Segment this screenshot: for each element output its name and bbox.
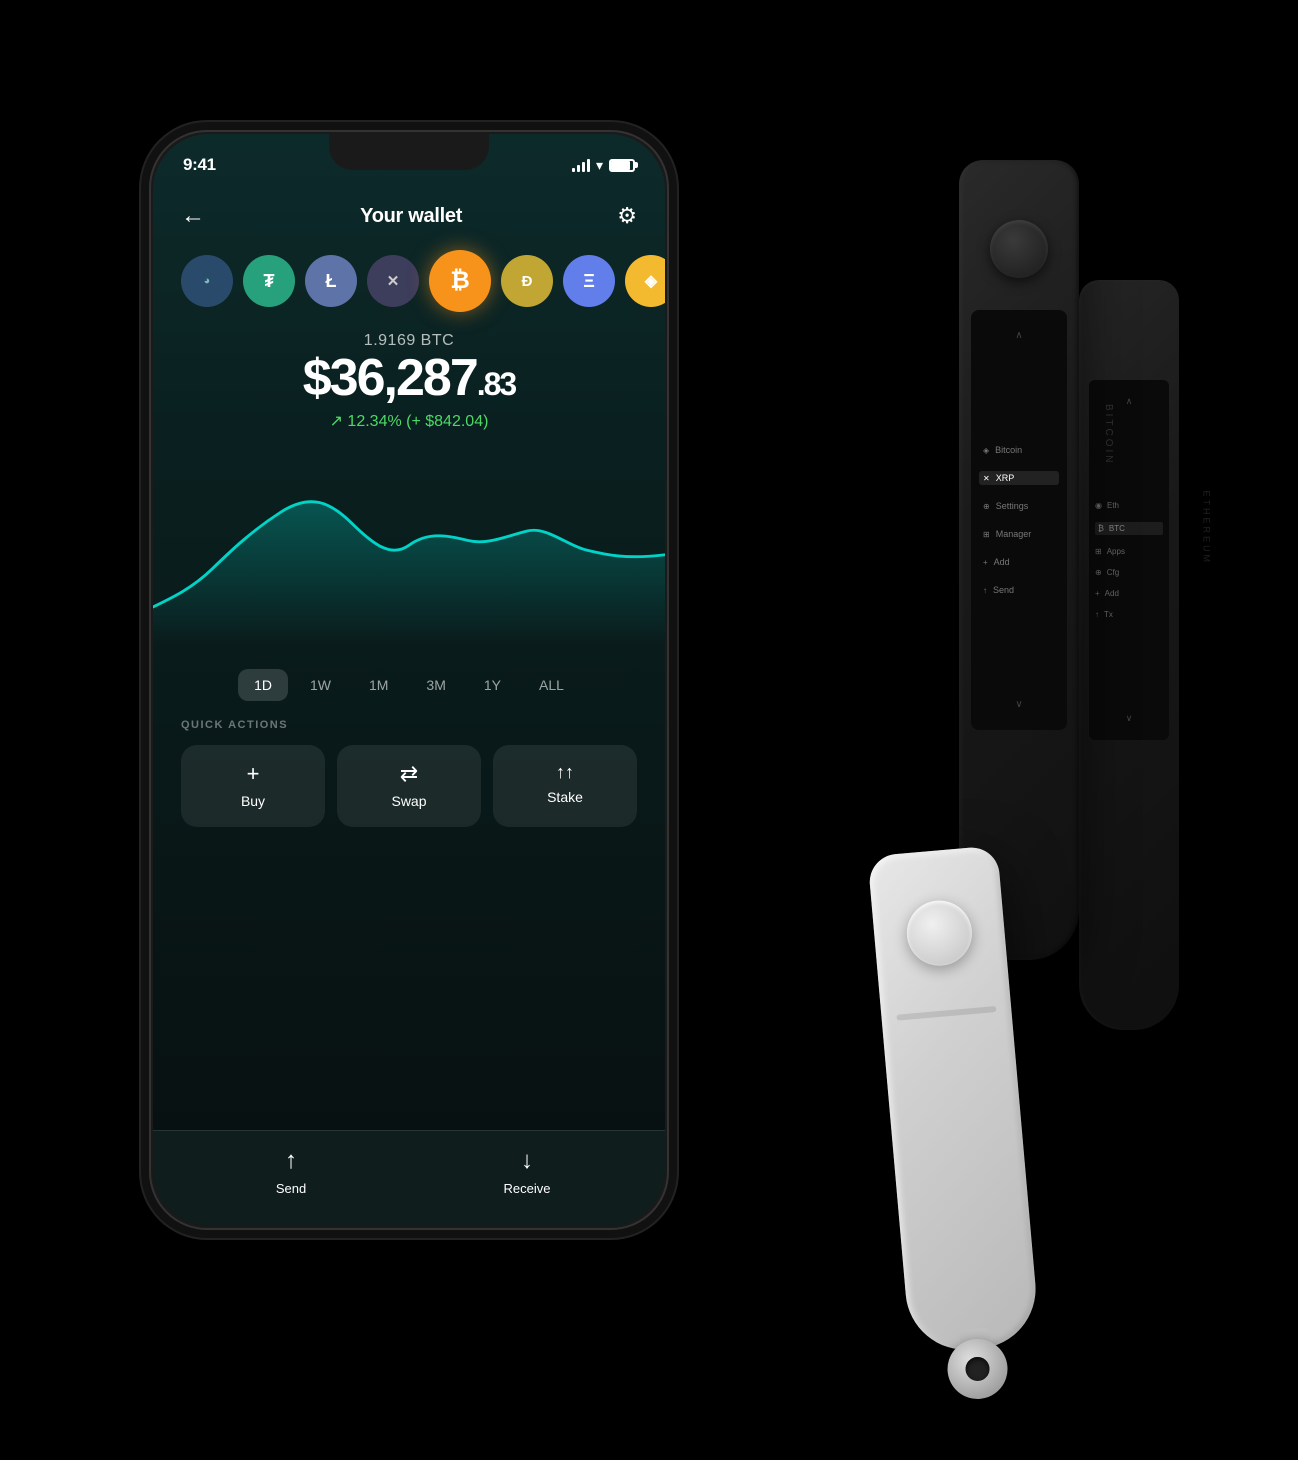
fiat-balance: $36,287.83 [181, 350, 637, 407]
time-btn-3m[interactable]: 3M [410, 669, 461, 701]
ledger-connector-inner [965, 1356, 991, 1382]
ledger-label-2: Ethereum [1202, 490, 1212, 565]
send-icon: ↑ [285, 1147, 297, 1175]
buy-button[interactable]: + Buy [181, 745, 325, 827]
ledger-label-1: Bitcoin [1104, 404, 1115, 466]
ledger-top-button[interactable] [990, 220, 1048, 278]
nav-up-icon-2: ∧ [1126, 396, 1133, 407]
menu-item-4: ⊞Manager [979, 527, 1059, 541]
volume-down-button[interactable] [149, 392, 151, 432]
fiat-whole: $36,287 [303, 349, 477, 407]
buy-label: Buy [241, 793, 265, 809]
time-btn-1d[interactable]: 1D [238, 669, 288, 701]
signal-bar-4 [587, 159, 590, 172]
signal-bar-2 [577, 165, 580, 172]
ledger-menu: ◈Bitcoin ✕XRP ⊕Settings ⊞Manager +Add [979, 443, 1059, 597]
battery-icon [609, 159, 635, 172]
app-header: ← Your wallet ⚙ [153, 186, 665, 240]
wifi-icon: ▾ [596, 157, 603, 174]
menu-item-5: +Add [979, 555, 1059, 569]
quick-actions-section: QUICK ACTIONS + Buy ⇄ Swap ↑↑ Stake [153, 719, 665, 843]
ledger-body-2: ∧ ◉Eth ₿BTC ⊞Apps ⊕Cfg +Add [1079, 280, 1179, 1030]
power-button[interactable] [667, 362, 669, 432]
time-btn-all[interactable]: ALL [523, 669, 580, 701]
nav-down-icon: ∨ [1015, 699, 1022, 710]
action-buttons: + Buy ⇄ Swap ↑↑ Stake [181, 745, 637, 827]
ledger-device-black-1: ∧ ◈Bitcoin ✕XRP ⊕Settings ⊞Manager [959, 160, 1079, 960]
page-title: Your wallet [360, 205, 462, 228]
menu2-item-1: ◉Eth [1095, 501, 1163, 510]
time-btn-1y[interactable]: 1Y [468, 669, 517, 701]
coin-dogecoin[interactable]: Ð [501, 255, 553, 307]
coin-tether[interactable]: ₮ [243, 255, 295, 307]
menu2-item-5: +Add [1095, 589, 1163, 598]
phone-notch [329, 134, 489, 170]
menu-item-6: ↑Send [979, 583, 1059, 597]
battery-fill [611, 161, 630, 170]
scene: 9:41 ▾ ← [99, 80, 1199, 1380]
chart-area [153, 502, 665, 645]
coin-bitcoin[interactable]: ₿ [429, 250, 491, 312]
ledger-screen-1: ∧ ◈Bitcoin ✕XRP ⊕Settings ⊞Manager [971, 310, 1067, 730]
time-btn-1w[interactable]: 1W [294, 669, 347, 701]
menu-item-2: ✕XRP [979, 471, 1059, 485]
swap-icon: ⇄ [400, 763, 418, 785]
coin-ripple[interactable]: ✕ [367, 255, 419, 307]
stake-button[interactable]: ↑↑ Stake [493, 745, 637, 827]
quick-actions-label: QUICK ACTIONS [181, 719, 637, 731]
ledger-connector-circle [945, 1336, 1010, 1401]
swap-button[interactable]: ⇄ Swap [337, 745, 481, 827]
send-label: Send [276, 1181, 306, 1196]
buy-icon: + [247, 763, 260, 785]
swap-label: Swap [391, 793, 426, 809]
menu2-item-2: ₿BTC [1095, 522, 1163, 535]
ledger-body-1: ∧ ◈Bitcoin ✕XRP ⊕Settings ⊞Manager [959, 160, 1079, 960]
phone-device: 9:41 ▾ ← [149, 130, 669, 1230]
receive-button[interactable]: ↓ Receive [487, 1147, 567, 1196]
ledger-white-button[interactable] [904, 898, 974, 968]
signal-bar-3 [582, 162, 585, 172]
status-time: 9:41 [183, 155, 216, 175]
ledger-white-accent [896, 1006, 996, 1021]
menu-item-3: ⊕Settings [979, 499, 1059, 513]
stake-icon: ↑↑ [556, 763, 574, 781]
time-selector: 1D 1W 1M 3M 1Y ALL [153, 655, 665, 719]
coin-ethereum[interactable]: Ξ [563, 255, 615, 307]
fiat-cents: .83 [477, 366, 515, 402]
bottom-bar: ↑ Send ↓ Receive [153, 1130, 665, 1226]
balance-section: 1.9169 BTC $36,287.83 ↗ 12.34% (+ $842.0… [153, 326, 665, 435]
volume-up-button[interactable] [149, 332, 151, 372]
signal-bar-1 [572, 168, 575, 172]
menu2-item-4: ⊕Cfg [1095, 568, 1163, 577]
phone-screen: 9:41 ▾ ← [153, 134, 665, 1226]
receive-label: Receive [504, 1181, 551, 1196]
ledger-device-black-2: ∧ ◉Eth ₿BTC ⊞Apps ⊕Cfg +Add [1079, 280, 1179, 1030]
crypto-balance: 1.9169 BTC [181, 332, 637, 350]
settings-button[interactable]: ⚙ [617, 203, 637, 229]
time-btn-1m[interactable]: 1M [353, 669, 404, 701]
coin-binance[interactable]: ◈ [625, 255, 665, 307]
price-chart [153, 435, 665, 655]
stake-label: Stake [547, 789, 583, 805]
signal-icon [572, 158, 590, 172]
status-icons: ▾ [572, 157, 635, 174]
coin-selector: ◕ ₮ Ł ✕ ₿ Ð Ξ ◈ A [153, 240, 665, 326]
ledger-screen-2: ∧ ◉Eth ₿BTC ⊞Apps ⊕Cfg +Add [1089, 380, 1169, 740]
menu-item-1: ◈Bitcoin [979, 443, 1059, 457]
coin-unknown[interactable]: ◕ [181, 255, 233, 307]
send-button[interactable]: ↑ Send [251, 1147, 331, 1196]
receive-icon: ↓ [521, 1147, 533, 1175]
screen-content: ← Your wallet ⚙ ◕ ₮ Ł ✕ ₿ Ð Ξ ◈ A [153, 186, 665, 1226]
back-button[interactable]: ← [181, 202, 205, 230]
coin-litecoin[interactable]: Ł [305, 255, 357, 307]
chart-svg [153, 455, 665, 645]
nav-down-icon-2: ∨ [1126, 713, 1133, 724]
menu2-item-3: ⊞Apps [1095, 547, 1163, 556]
ledger-menu-2: ◉Eth ₿BTC ⊞Apps ⊕Cfg +Add ↑Tx [1095, 501, 1163, 619]
nav-up-icon: ∧ [1015, 330, 1022, 341]
menu2-item-6: ↑Tx [1095, 610, 1163, 619]
balance-change: ↗ 12.34% (+ $842.04) [181, 411, 637, 431]
